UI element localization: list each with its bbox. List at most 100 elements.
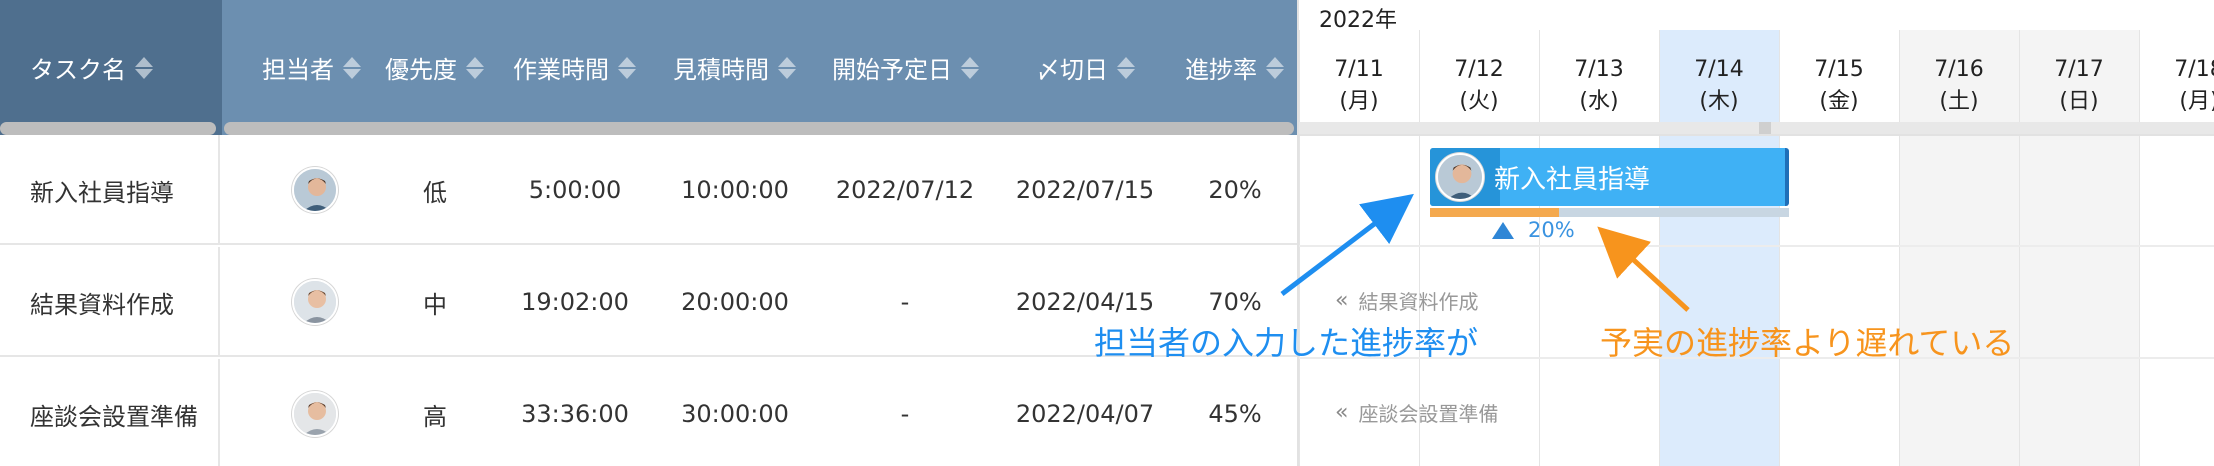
gantt-progress-track <box>1430 208 1789 217</box>
day-weekday: (月) <box>1339 89 1379 114</box>
task-name-cell[interactable]: 新入社員指導 <box>30 135 174 245</box>
gantt-scrollbar[interactable] <box>1299 122 2214 134</box>
day-date: 7/12 <box>1454 57 1504 82</box>
gantt-row-divider <box>1299 245 2214 247</box>
start-date-cell[interactable]: 2022/07/12 <box>820 135 990 245</box>
header-progress[interactable]: 進捗率 <box>1185 0 1284 135</box>
sort-icon[interactable] <box>1266 56 1284 80</box>
header-priority[interactable]: 優先度 <box>385 0 484 135</box>
gantt-progress-label: 20% <box>1528 218 1575 242</box>
gantt-collapsed-task[interactable]: « 座談会設置準備 <box>1335 398 1498 427</box>
header-assignee[interactable]: 担当者 <box>262 0 361 135</box>
double-chevron-left-icon: « <box>1335 288 1349 313</box>
gantt-collapsed-label: 結果資料作成 <box>1358 290 1479 314</box>
work-time-cell[interactable]: 19:02:00 <box>500 247 650 357</box>
estimate-cell[interactable]: 20:00:00 <box>660 247 810 357</box>
task-column-scrollbar[interactable] <box>0 122 216 135</box>
day-weekday: (金) <box>1819 89 1859 114</box>
assignee-cell[interactable] <box>270 247 360 357</box>
gantt-bar-label: 新入社員指導 <box>1494 164 1651 195</box>
estimate-cell[interactable]: 10:00:00 <box>660 135 810 245</box>
gantt-chart: 2022年 7/11 (月) 7/12 (火) 7/13 (水) 7/14 (木) 7/… <box>1297 0 2214 466</box>
day-weekday: (土) <box>1939 89 1979 114</box>
work-time-cell[interactable]: 33:36:00 <box>500 359 650 466</box>
header-task-name[interactable]: タスク名 <box>30 0 153 135</box>
start-date-cell[interactable]: - <box>820 247 990 357</box>
header-assignee-label: 担当者 <box>262 56 334 84</box>
day-weekday: (木) <box>1699 89 1739 114</box>
gantt-header-divider <box>1299 134 2214 136</box>
column-divider <box>218 359 220 466</box>
header-deadline[interactable]: 〆切日 <box>1036 0 1135 135</box>
day-label: 7/12 (火) <box>1419 54 1539 118</box>
header-start-date[interactable]: 開始予定日 <box>832 0 979 135</box>
assignee-cell[interactable] <box>270 135 360 245</box>
gantt-collapsed-label: 座談会設置準備 <box>1358 402 1499 426</box>
gantt-task-bar[interactable]: 新入社員指導 <box>1430 148 1789 206</box>
sort-icon[interactable] <box>466 56 484 80</box>
table-row[interactable]: 新入社員指導 低 5:00:00 10:00:00 2022/07/12 202… <box>0 135 1297 245</box>
deadline-cell[interactable]: 2022/04/07 <box>1000 359 1170 466</box>
day-date: 7/11 <box>1334 57 1384 82</box>
deadline-cell[interactable]: 2022/07/15 <box>1000 135 1170 245</box>
day-date: 7/18 <box>2174 57 2214 82</box>
sort-icon[interactable] <box>1117 56 1135 80</box>
header-work-time[interactable]: 作業時間 <box>513 0 636 135</box>
day-date: 7/17 <box>2054 57 2104 82</box>
sort-icon[interactable] <box>778 56 796 80</box>
priority-cell[interactable]: 中 <box>390 247 480 357</box>
day-label: 7/13 (水) <box>1539 54 1659 118</box>
estimate-cell[interactable]: 30:00:00 <box>660 359 810 466</box>
day-weekday: (月) <box>2179 89 2214 114</box>
header-progress-label: 進捗率 <box>1185 56 1257 84</box>
header-estimate[interactable]: 見積時間 <box>673 0 796 135</box>
gantt-collapsed-task[interactable]: « 結果資料作成 <box>1335 286 1478 315</box>
work-time-cell[interactable]: 5:00:00 <box>500 135 650 245</box>
day-weekday: (日) <box>2059 89 2099 114</box>
annotation-orange: 予実の進捗率より遅れている <box>1600 324 2015 362</box>
header-deadline-label: 〆切日 <box>1036 56 1108 84</box>
sort-icon[interactable] <box>343 56 361 80</box>
priority-cell[interactable]: 高 <box>390 359 480 466</box>
sort-icon[interactable] <box>135 56 153 80</box>
day-date: 7/14 <box>1694 57 1744 82</box>
header-work-time-label: 作業時間 <box>513 56 609 84</box>
sort-icon[interactable] <box>961 56 979 80</box>
day-label: 7/18 (月) <box>2139 54 2214 118</box>
gantt-progress-fill <box>1430 208 1560 217</box>
column-divider <box>218 135 220 243</box>
day-label: 7/17 (日) <box>2019 54 2139 118</box>
avatar <box>292 167 338 213</box>
priority-cell[interactable]: 低 <box>390 135 480 245</box>
gantt-scroll-thumb[interactable] <box>1759 122 1771 134</box>
day-label: 7/11 (月) <box>1299 54 1419 118</box>
day-label: 7/16 (土) <box>1899 54 2019 118</box>
header-priority-label: 優先度 <box>385 56 457 84</box>
day-date: 7/15 <box>1814 57 1864 82</box>
table-scrollbar[interactable] <box>224 122 1294 135</box>
header-task-name-label: タスク名 <box>30 56 126 84</box>
sort-icon[interactable] <box>618 56 636 80</box>
day-weekday: (火) <box>1459 89 1499 114</box>
double-chevron-left-icon: « <box>1335 400 1349 425</box>
header-estimate-label: 見積時間 <box>673 56 769 84</box>
table-header: タスク名 担当者 優先度 作業時間 見積時間 開始予定日 〆切日 進捗率 <box>0 0 1297 135</box>
day-weekday: (水) <box>1579 89 1619 114</box>
day-label: 7/14 (木) <box>1659 54 1779 118</box>
avatar <box>292 391 338 437</box>
progress-cell[interactable]: 20% <box>1180 135 1290 245</box>
day-date: 7/16 <box>1934 57 1984 82</box>
avatar <box>292 279 338 325</box>
column-divider <box>218 247 220 355</box>
table-row[interactable]: 座談会設置準備 高 33:36:00 30:00:00 - 2022/04/07… <box>0 359 1297 466</box>
assignee-cell[interactable] <box>270 359 360 466</box>
progress-cell[interactable]: 45% <box>1180 359 1290 466</box>
gantt-progress-indicator: 20% <box>1492 218 1575 242</box>
triangle-up-icon <box>1492 221 1514 239</box>
day-label: 7/15 (金) <box>1779 54 1899 118</box>
task-name-cell[interactable]: 結果資料作成 <box>30 247 174 357</box>
task-name-cell[interactable]: 座談会設置準備 <box>30 359 198 466</box>
annotation-blue: 担当者の入力した進捗率が <box>1094 324 1479 362</box>
day-date: 7/13 <box>1574 57 1624 82</box>
start-date-cell[interactable]: - <box>820 359 990 466</box>
